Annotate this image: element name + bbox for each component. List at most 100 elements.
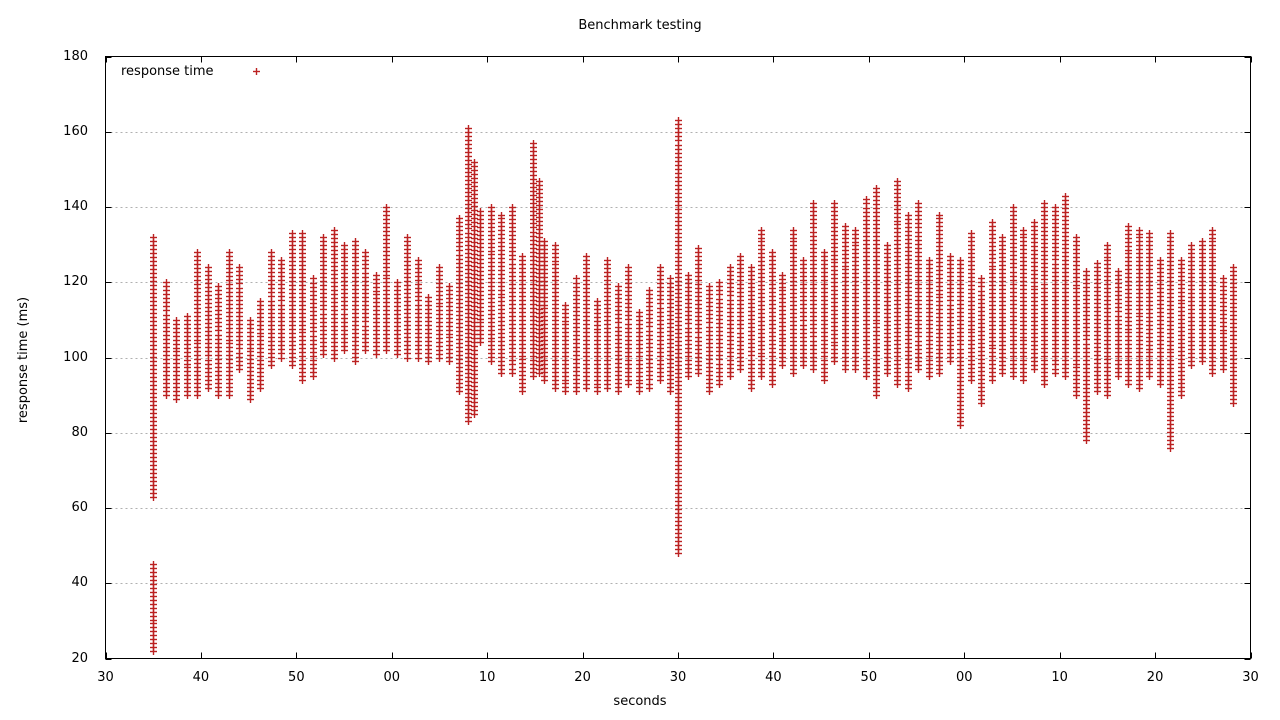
data-point-plus-icon — [779, 362, 786, 369]
data-point-plus-icon — [362, 347, 369, 354]
data-point-plus-icon — [957, 422, 964, 429]
data-point-plus-icon — [685, 373, 692, 380]
x-tick-label: 30 — [1242, 669, 1259, 685]
data-point-plus-icon — [915, 366, 922, 373]
y-tick-label: 160 — [63, 123, 88, 139]
data-point-plus-icon — [594, 388, 601, 395]
data-point-plus-icon — [1125, 381, 1132, 388]
data-point-plus-icon — [436, 355, 443, 362]
data-point-plus-icon — [873, 392, 880, 399]
data-point-plus-icon — [394, 351, 401, 358]
data-point-plus-icon — [905, 385, 912, 392]
data-point-plus-icon — [331, 355, 338, 362]
data-point-plus-icon — [1010, 373, 1017, 380]
data-point-plus-icon — [667, 388, 674, 395]
x-tick-label: 10 — [1051, 669, 1068, 685]
data-point-plus-icon — [194, 392, 201, 399]
data-point-plus-icon — [573, 388, 580, 395]
data-point-plus-icon — [341, 347, 348, 354]
x-tick-label: 20 — [574, 669, 591, 685]
data-point-plus-icon — [541, 377, 548, 384]
data-point-plus-icon — [790, 370, 797, 377]
data-point-plus-icon — [758, 373, 765, 380]
data-point-plus-icon — [320, 351, 327, 358]
data-point-plus-icon — [852, 366, 859, 373]
data-point-plus-icon — [299, 377, 306, 384]
data-point-plus-icon — [727, 373, 734, 380]
data-point-plus-icon — [184, 392, 191, 399]
y-tick-label: 100 — [63, 349, 88, 365]
data-point-plus-icon — [978, 400, 985, 407]
data-point-plus-icon — [383, 347, 390, 354]
data-point-plus-icon — [675, 550, 682, 557]
data-point-plus-icon — [404, 355, 411, 362]
data-point-plus-icon — [615, 388, 622, 395]
data-point-plus-icon — [947, 358, 954, 365]
x-tick-label: 00 — [955, 669, 973, 685]
data-point-plus-icon — [519, 388, 526, 395]
data-point-plus-icon — [150, 648, 157, 655]
data-point-plus-icon — [800, 362, 807, 369]
data-point-plus-icon — [552, 385, 559, 392]
data-point-plus-icon — [1052, 370, 1059, 377]
data-point-plus-icon — [1073, 392, 1080, 399]
x-tick-label: 40 — [192, 669, 210, 685]
data-point-plus-icon — [716, 381, 723, 388]
data-point-plus-icon — [1041, 381, 1048, 388]
data-point-plus-icon — [226, 392, 233, 399]
data-points-group — [150, 117, 1237, 655]
data-point-plus-icon — [163, 392, 170, 399]
data-point-plus-icon — [894, 381, 901, 388]
data-point-plus-icon — [1083, 437, 1090, 444]
data-point-plus-icon — [446, 358, 453, 365]
data-point-plus-icon — [1209, 370, 1216, 377]
x-tick-label: 50 — [288, 669, 305, 685]
data-point-plus-icon — [646, 385, 653, 392]
data-point-plus-icon — [842, 366, 849, 373]
data-point-plus-icon — [1136, 385, 1143, 392]
data-point-plus-icon — [1199, 358, 1206, 365]
benchmark-scatter-chart: Benchmark testing seconds response time … — [0, 0, 1280, 720]
data-point-plus-icon — [1104, 392, 1111, 399]
data-point-plus-icon — [310, 373, 317, 380]
data-point-plus-icon — [1115, 373, 1122, 380]
data-point-plus-icon — [562, 388, 569, 395]
data-point-plus-icon — [936, 370, 943, 377]
x-tick-label: 00 — [383, 669, 401, 685]
x-tick-label: 50 — [860, 669, 878, 685]
data-point-plus-icon — [1178, 392, 1185, 399]
x-tick-label: 30 — [669, 669, 687, 685]
data-point-plus-icon — [498, 370, 505, 377]
data-point-plus-icon — [831, 358, 838, 365]
data-point-plus-icon — [1220, 366, 1227, 373]
y-tick-label: 40 — [71, 575, 88, 591]
data-point-plus-icon — [236, 366, 243, 373]
data-point-plus-icon — [884, 370, 891, 377]
data-point-plus-icon — [926, 373, 933, 380]
data-point-plus-icon — [1188, 362, 1195, 369]
data-point-plus-icon — [253, 68, 260, 75]
data-point-plus-icon — [415, 355, 422, 362]
data-point-plus-icon — [205, 385, 212, 392]
data-point-plus-icon — [625, 381, 632, 388]
data-point-plus-icon — [657, 377, 664, 384]
x-tick-label: 20 — [1146, 669, 1164, 685]
data-point-plus-icon — [821, 377, 828, 384]
y-tick-label: 60 — [71, 500, 88, 515]
y-tick-label: 180 — [63, 48, 88, 64]
data-point-plus-icon — [471, 411, 478, 418]
data-point-plus-icon — [1230, 400, 1237, 407]
x-tick-label: 10 — [478, 669, 496, 685]
data-point-plus-icon — [456, 388, 463, 395]
data-point-plus-icon — [1167, 445, 1174, 452]
data-point-plus-icon — [706, 388, 713, 395]
data-point-plus-icon — [769, 381, 776, 388]
plot-canvas — [105, 56, 1252, 660]
data-point-plus-icon — [373, 351, 380, 358]
data-point-plus-icon — [215, 392, 222, 399]
data-point-plus-icon — [810, 366, 817, 373]
data-point-plus-icon — [1062, 373, 1069, 380]
data-point-plus-icon — [604, 385, 611, 392]
data-point-plus-icon — [737, 366, 744, 373]
data-point-plus-icon — [1031, 366, 1038, 373]
